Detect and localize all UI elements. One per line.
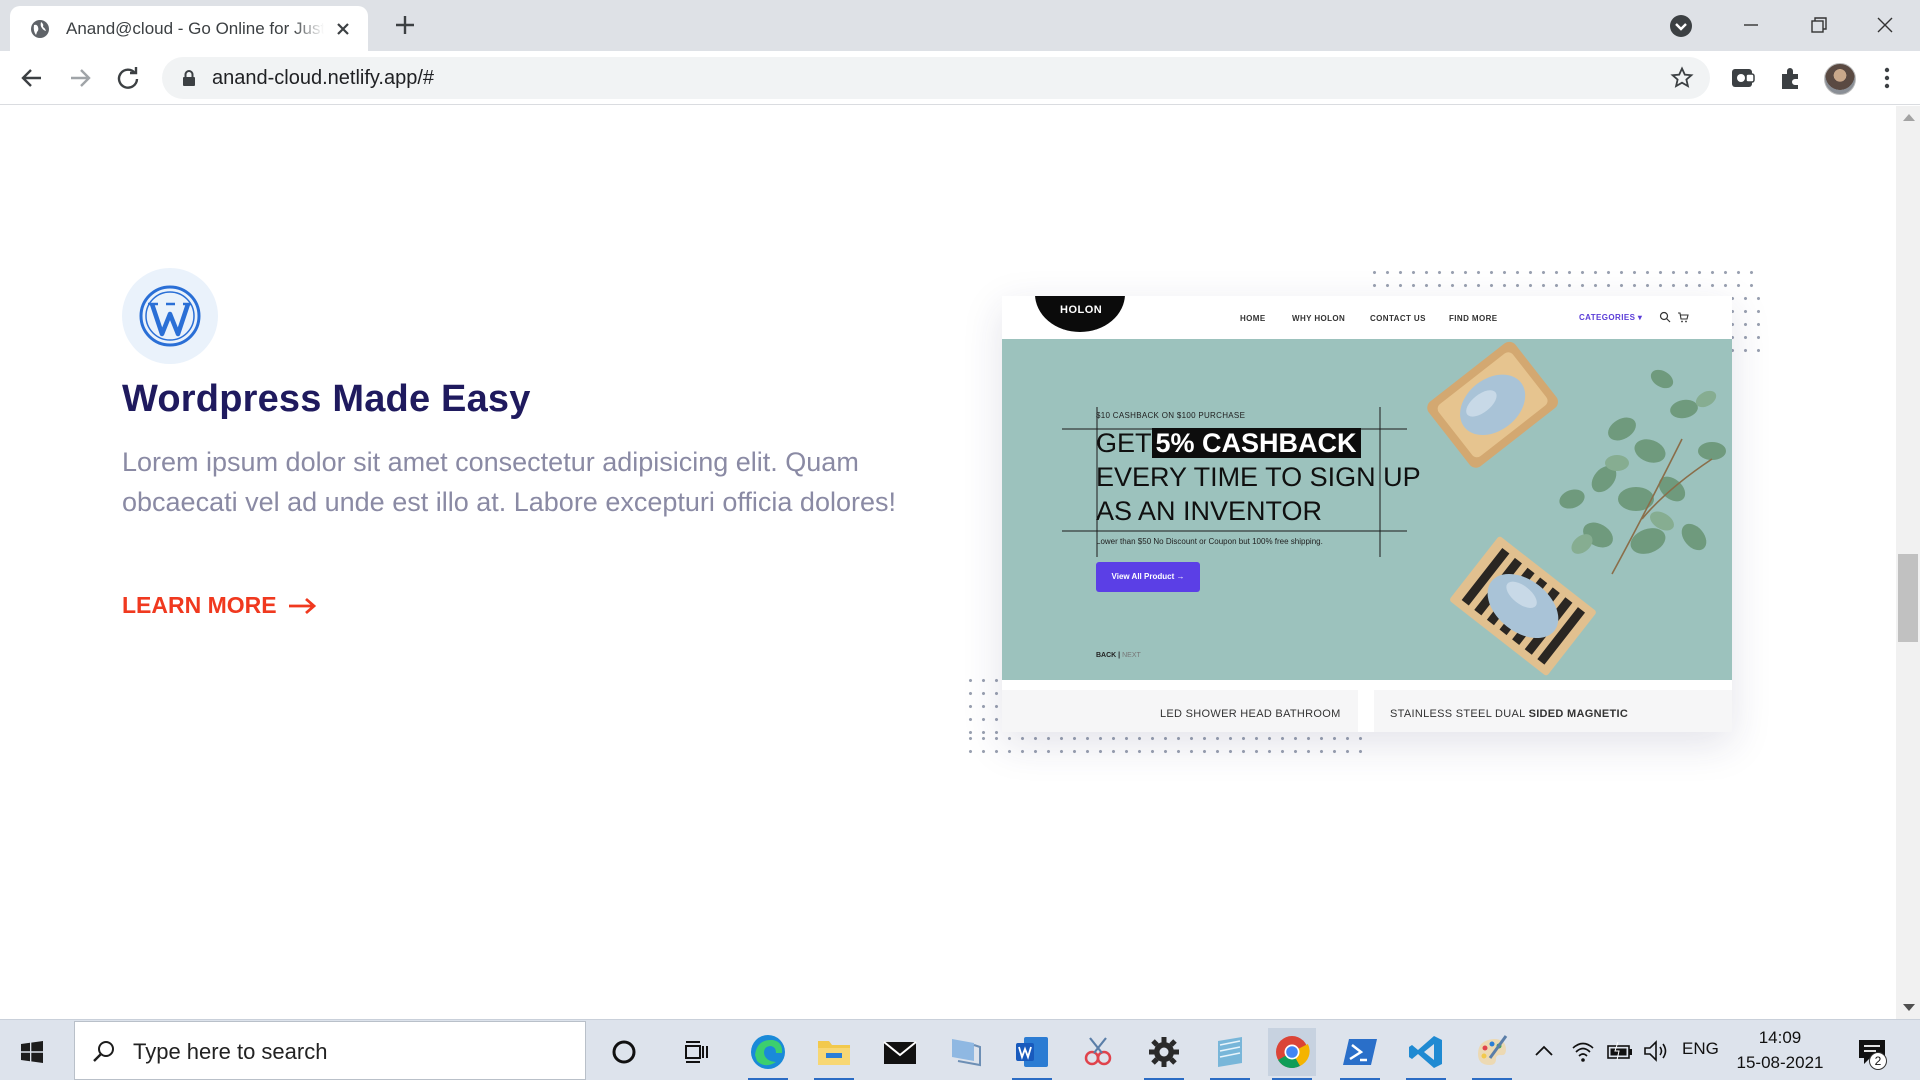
mockup-nav-find: FIND MORE [1449,314,1498,323]
kebab-menu-icon[interactable] [1874,65,1900,91]
minimize-icon[interactable] [1736,10,1766,40]
taskbar-search[interactable]: Type here to search [74,1021,586,1080]
windows-taskbar: Type here to search ENG 14:09 15-08-2021… [0,1019,1920,1080]
scroll-up-arrow-icon[interactable] [1903,114,1915,121]
forward-arrow-icon[interactable] [66,64,94,92]
tab-search-icon[interactable] [1668,13,1694,39]
mockup-card2-prefix: STAINLESS STEEL DUAL [1390,708,1526,720]
learn-more-label: LEARN MORE [122,592,277,618]
lock-icon[interactable] [180,69,198,87]
chevron-up-icon[interactable] [1532,1038,1556,1064]
mockup-hero: $10 CASHBACK ON $100 PURCHASE GET 5% CASH… [1002,339,1732,680]
dot-pattern-top [1368,266,1760,292]
edge-browser-icon[interactable] [744,1028,792,1080]
search-placeholder: Type here to search [133,1039,328,1064]
mockup-nav-home: HOME [1240,314,1266,323]
windows-start-icon[interactable] [20,1040,44,1064]
file-explorer-icon[interactable] [810,1028,858,1080]
dot-pattern-left [964,674,1004,734]
volume-icon[interactable] [1642,1038,1670,1064]
profile-avatar[interactable] [1824,63,1856,95]
feature-title: Wordpress Made Easy [122,378,531,420]
close-window-icon[interactable] [1870,10,1900,40]
mockup-promo-small: $10 CASHBACK ON $100 PURCHASE [1096,411,1246,420]
mockup-headline-highlight: 5% CASHBACK [1151,428,1361,458]
battery-icon[interactable] [1606,1038,1634,1064]
cortana-icon[interactable] [600,1028,648,1076]
back-arrow-icon[interactable] [18,64,46,92]
globe-icon [31,19,49,38]
snipping-tool-icon[interactable] [1074,1028,1122,1076]
new-tab-icon[interactable] [392,12,418,38]
clock[interactable]: 14:09 15-08-2021 [1720,1025,1840,1075]
mockup-categories: CATEGORIES ▾ [1579,313,1643,322]
vscode-icon[interactable] [1402,1028,1450,1080]
clock-date: 15-08-2021 [1736,1053,1824,1072]
web-page: Wordpress Made Easy Lorem ipsum dolor si… [0,106,1896,1019]
scrollbar-thumb[interactable] [1898,554,1918,642]
mockup-nav-contact: CONTACT US [1370,314,1426,323]
notepad-icon[interactable] [1206,1028,1254,1080]
settings-gear-icon[interactable] [1140,1028,1188,1080]
website-mockup: HOLON HOME WHY HOLON CONTACT US FIND MOR… [1002,296,1732,732]
mockup-search-icon [1659,311,1671,323]
clock-time: 14:09 [1758,1028,1802,1047]
mockup-headline-prefix: GET [1096,428,1152,458]
feature-description: Lorem ipsum dolor sit amet consectetur a… [122,447,896,517]
arrow-right-icon [288,597,316,614]
page-scrollbar[interactable] [1896,106,1920,1019]
wordpress-icon [139,285,201,347]
mockup-nav-why: WHY HOLON [1292,314,1346,323]
tab-strip: Anand@cloud - Go Online for Just [0,0,1920,51]
mockup-subtext: Lower than $50 No Discount or Coupon but… [1096,537,1323,546]
mockup-logo-text: HOLON [1060,304,1103,316]
mockup-view-products-button: View All Product → [1096,562,1200,592]
close-tab-icon[interactable] [332,18,354,40]
remote-desktop-icon[interactable] [942,1028,990,1076]
mockup-navbar: HOLON HOME WHY HOLON CONTACT US FIND MOR… [1002,296,1732,339]
search-icon [93,1041,114,1062]
chrome-icon[interactable] [1268,1028,1316,1080]
language-indicator[interactable]: ENG [1682,1039,1719,1059]
mail-icon[interactable] [876,1028,924,1076]
wordpress-logo-badge [122,268,218,364]
mockup-product-illustration [1427,341,1726,676]
url-text[interactable]: anand-cloud.netlify.app/# [212,57,434,99]
extension-grammarly-icon[interactable] [1730,65,1756,91]
mockup-cart-icon [1678,312,1689,323]
mockup-product-card-1: LED SHOWER HEAD BATHROOM [1002,690,1358,732]
task-view-icon[interactable] [672,1028,720,1076]
mockup-headline-3: AS AN INVENTOR [1096,496,1323,526]
notification-count-badge: 2 [1869,1052,1887,1070]
mockup-back-next: BACK | NEXT [1096,652,1141,659]
browser-toolbar: anand-cloud.netlify.app/# [0,51,1920,105]
tab-title: Anand@cloud - Go Online for Just [66,18,324,38]
restore-icon[interactable] [1804,10,1834,40]
learn-more-link[interactable]: LEARN MORE [122,592,317,619]
mockup-card2-title: STAINLESS STEEL DUAL SIDED MAGNETIC [1390,708,1628,720]
browser-tab[interactable]: Anand@cloud - Go Online for Just [10,6,368,51]
scroll-down-arrow-icon[interactable] [1903,1004,1915,1011]
paint-icon[interactable] [1468,1028,1516,1080]
mockup-back: BACK [1096,652,1117,659]
network-icon[interactable] [1570,1038,1596,1064]
extensions-puzzle-icon[interactable] [1778,65,1804,91]
mockup-headline-1: GET 5% CASHBACK [1096,428,1361,459]
mockup-product-card-2: STAINLESS STEEL DUAL SIDED MAGNETIC [1374,690,1732,732]
address-bar[interactable]: anand-cloud.netlify.app/# [162,57,1710,99]
mockup-next: NEXT [1122,652,1141,659]
mockup-headline-2: EVERY TIME TO SIGN UP [1096,462,1421,492]
word-icon[interactable] [1008,1028,1056,1080]
mockup-card1-title: LED SHOWER HEAD BATHROOM [1160,708,1341,720]
powershell-icon[interactable] [1336,1028,1384,1080]
mockup-card2-bold: SIDED MAGNETIC [1528,708,1629,720]
reload-icon[interactable] [114,64,142,92]
bookmark-star-icon[interactable] [1670,66,1694,90]
dot-pattern-bottom [964,732,1364,758]
